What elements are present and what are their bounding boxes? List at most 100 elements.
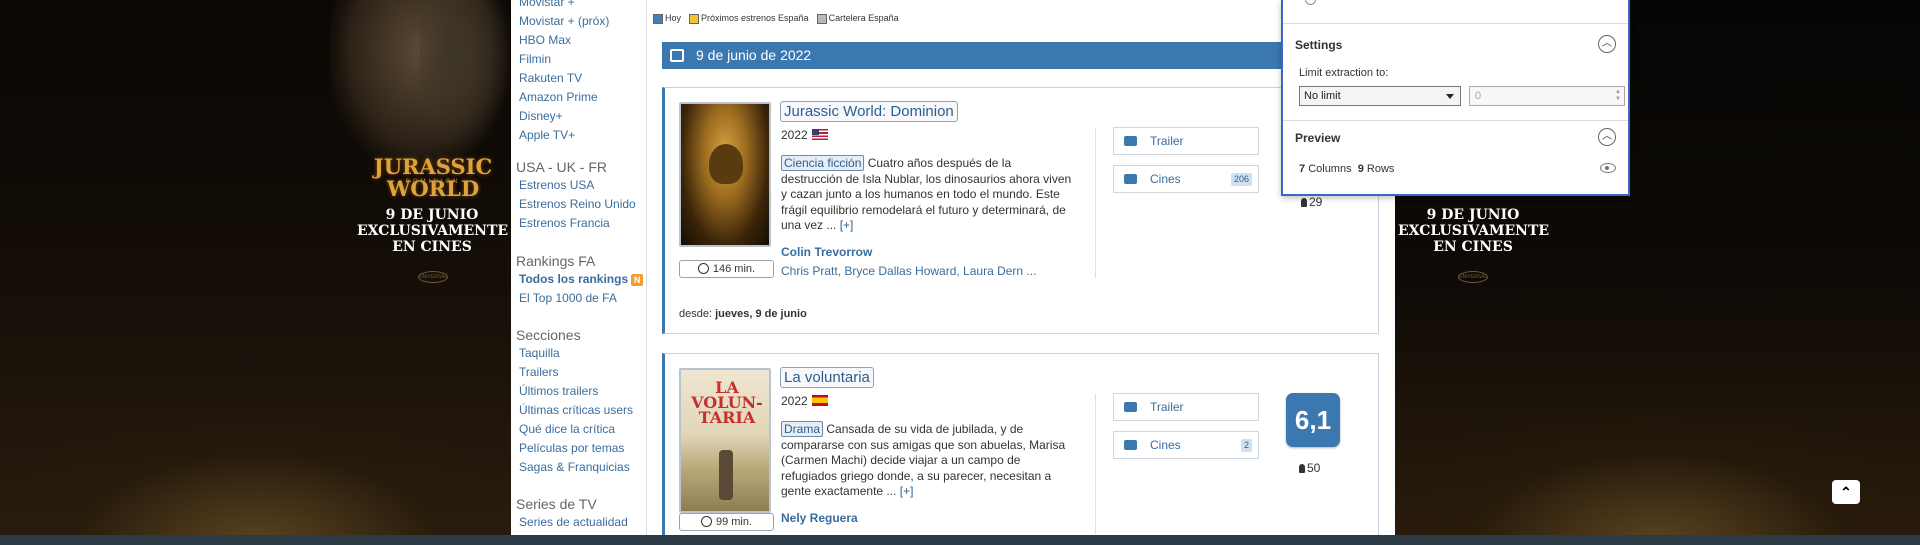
columns-count: 7 (1299, 163, 1306, 175)
collapse-preview-icon[interactable]: ︿ (1598, 128, 1616, 146)
eye-icon[interactable] (1600, 163, 1616, 173)
sidebar-rankings: Rankings FA Todos los rankings N El Top 1… (516, 252, 644, 308)
rows-count: 9 (1357, 163, 1364, 175)
legend-swatch (689, 13, 700, 24)
next-button-option[interactable] (1283, 0, 1628, 24)
movie-votes: 50 (1299, 461, 1320, 475)
legend-label: Próximos estrenos España (701, 13, 809, 23)
movie-card: LA VOLUN-TARIA 99 min. La voluntaria 202… (662, 353, 1379, 543)
rows-label: Rows (1366, 163, 1395, 175)
trailer-button[interactable]: Trailer (1113, 127, 1259, 155)
movie-title-link[interactable]: Jurassic World: Dominion (780, 101, 958, 122)
chevron-down-icon (1446, 94, 1454, 99)
cinemas-button[interactable]: Cines 206 (1113, 165, 1259, 193)
radio-icon (1305, 0, 1316, 5)
sidebar-series: Series de TV Series de actualidad (516, 495, 644, 532)
sidebar-link-disney[interactable]: Disney+ (516, 107, 644, 126)
sidebar-link-amazon-prime[interactable]: Amazon Prime (516, 88, 644, 107)
sidebar-link-estrenos-usa[interactable]: Estrenos USA (516, 176, 644, 195)
play-icon (1124, 402, 1137, 412)
cinemas-label: Cines (1150, 172, 1181, 186)
movie-poster[interactable]: LA VOLUN-TARIA (679, 368, 771, 513)
movie-director[interactable]: Nely Reguera (781, 511, 858, 525)
sidebar-link-series-actualidad[interactable]: Series de actualidad (516, 513, 644, 532)
spinner-icon: ▲ ▼ (1615, 89, 1621, 102)
legend-label: Cartelera España (828, 13, 899, 23)
synopsis-text: Cansada de su vida de jubilada, y de com… (781, 422, 1066, 498)
trailer-label: Trailer (1150, 400, 1184, 414)
since-date: jueves, 9 de junio (715, 308, 807, 320)
legend-item-cartelera: Cartelera España (816, 13, 899, 24)
sidebar-link-estrenos-uk[interactable]: Estrenos Reino Unido (516, 195, 644, 214)
user-icon (1299, 464, 1305, 473)
movie-card: 146 min. Jurassic World: Dominion 2022 C… (662, 87, 1379, 334)
preview-summary: 7 Columns 9 Rows (1299, 163, 1394, 175)
limit-number-input: 0 ▲ ▼ (1469, 86, 1625, 106)
trailer-button[interactable]: Trailer (1113, 393, 1259, 421)
poster-art (719, 450, 733, 500)
sidebar-link-peliculas-temas[interactable]: Películas por temas (516, 439, 644, 458)
movie-cast[interactable]: Chris Pratt, Bryce Dallas Howard, Laura … (781, 264, 1036, 278)
movie-poster[interactable] (679, 102, 771, 247)
sidebar-link-movistar[interactable]: Movistar + (516, 0, 644, 12)
ad-release-line3: EN CINES (1433, 239, 1513, 255)
movie-director[interactable]: Colin Trevorrow (781, 245, 872, 259)
limit-select[interactable]: No limit (1299, 86, 1461, 106)
scroll-to-top-button[interactable]: ⌃ (1832, 480, 1860, 504)
cinemas-count: 2 (1240, 439, 1252, 452)
duration-text: 99 min. (715, 516, 753, 528)
sidebar-link-ultimas-criticas[interactable]: Últimas críticas users (516, 401, 644, 420)
ad-logo-sub: DOMINION (405, 179, 461, 185)
sidebar-title-usa: USA - UK - FR (516, 159, 608, 175)
cinemas-button[interactable]: Cines 2 (1113, 431, 1259, 459)
ad-release-text-left: 9 DE JUNIO EXCLUSIVAMENTE EN CINES (357, 207, 508, 255)
ad-release-line2: EXCLUSIVAMENTE (1398, 223, 1550, 239)
movie-votes: 29 (1301, 195, 1322, 209)
ad-release-line3: EN CINES (392, 239, 472, 255)
sidebar-link-que-dice-critica[interactable]: Qué dice la crítica (516, 420, 644, 439)
settings-title: Settings (1295, 38, 1343, 52)
divider (1283, 120, 1628, 121)
rating-badge[interactable]: 6,1 (1286, 393, 1340, 447)
read-more-link[interactable]: [+] (900, 484, 914, 498)
ad-logo: JURASSIC WORLD (373, 154, 493, 201)
sidebar-link-todos-rankings[interactable]: Todos los rankings N (516, 270, 644, 289)
genre-tag[interactable]: Drama (781, 421, 824, 437)
sidebar-link-apple-tv[interactable]: Apple TV+ (516, 126, 644, 145)
limit-value: No limit (1304, 90, 1341, 102)
movie-synopsis: Ciencia ficción Cuatro años después de l… (781, 155, 1073, 234)
clock-icon (700, 516, 712, 527)
sidebar-link-taquilla[interactable]: Taquilla (516, 344, 644, 363)
spain-flag-icon (811, 395, 828, 406)
sidebar-link-filmin[interactable]: Filmin (516, 50, 644, 69)
sidebar-link-trailers[interactable]: Trailers (516, 363, 644, 382)
sidebar-link-sagas[interactable]: Sagas & Franquicias (516, 458, 644, 477)
movie-year: 2022 (781, 128, 828, 142)
ad-release-text-right: 9 DE JUNIO EXCLUSIVAMENTE EN CINES (1398, 207, 1550, 255)
collapse-settings-icon[interactable]: ︿ (1598, 35, 1616, 53)
studio-logo: UNIVERSAL (1458, 271, 1488, 283)
sidebar-link-hbo-max[interactable]: HBO Max (516, 31, 644, 50)
genre-tag[interactable]: Ciencia ficción (781, 155, 865, 171)
sidebar-link-ultimos-trailers[interactable]: Últimos trailers (516, 382, 644, 401)
bottom-bar (0, 535, 1920, 545)
movie-year: 2022 (781, 394, 828, 408)
sidebar-link-movistar-prox[interactable]: Movistar + (próx) (516, 12, 644, 31)
movie-title-link[interactable]: La voluntaria (780, 367, 874, 388)
sidebar-link-estrenos-francia[interactable]: Estrenos Francia (516, 214, 644, 233)
sidebar-link-rakuten[interactable]: Rakuten TV (516, 69, 644, 88)
trailer-label: Trailer (1150, 134, 1184, 148)
year-text: 2022 (781, 128, 808, 142)
read-more-link[interactable]: [+] (840, 218, 854, 232)
usa-flag-icon (811, 129, 828, 140)
sidebar-link-top-1000[interactable]: El Top 1000 de FA (516, 289, 644, 308)
movie-duration: 99 min. (679, 513, 774, 531)
legend-swatch (816, 13, 827, 24)
sidebar-title-series: Series de TV (516, 496, 597, 512)
legend-item-proximos: Próximos estrenos España (689, 13, 809, 24)
play-icon (1124, 136, 1137, 146)
sidebar-usa: USA - UK - FR Estrenos USA Estrenos Rein… (516, 158, 644, 233)
divider (1095, 128, 1096, 278)
movie-synopsis: Drama Cansada de su vida de jubilada, y … (781, 421, 1073, 500)
user-icon (1301, 198, 1307, 207)
